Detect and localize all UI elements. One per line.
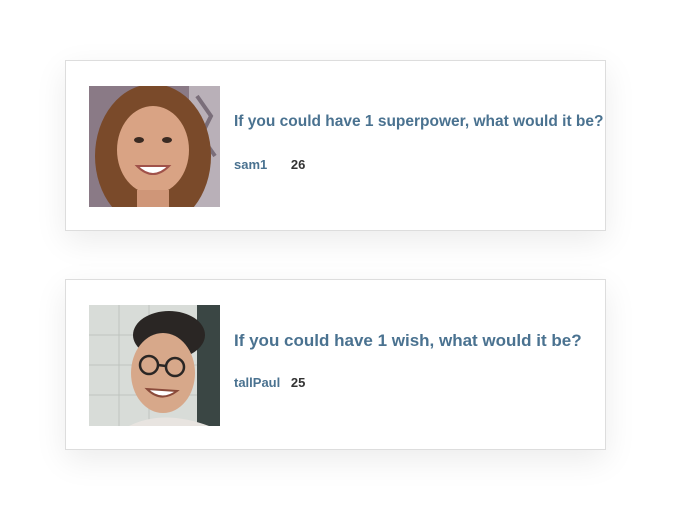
score-count: 25 — [290, 375, 306, 390]
post-meta: sam1 26 — [234, 157, 305, 172]
question-text[interactable]: If you could have 1 superpower, what wou… — [234, 113, 603, 131]
avatar[interactable] — [89, 305, 220, 426]
username-link[interactable]: sam1 — [234, 157, 267, 172]
question-feed: If you could have 1 superpower, what wou… — [0, 0, 673, 512]
question-card[interactable]: If you could have 1 wish, what would it … — [65, 279, 606, 450]
post-meta: tallPaul 25 — [234, 375, 305, 390]
question-text[interactable]: If you could have 1 wish, what would it … — [234, 331, 582, 351]
score-count: 26 — [290, 157, 306, 172]
username-link[interactable]: tallPaul — [234, 375, 280, 390]
avatar[interactable] — [89, 86, 220, 207]
avatar-image — [89, 305, 220, 426]
question-card[interactable]: If you could have 1 superpower, what wou… — [65, 60, 606, 231]
avatar-image — [89, 86, 220, 207]
